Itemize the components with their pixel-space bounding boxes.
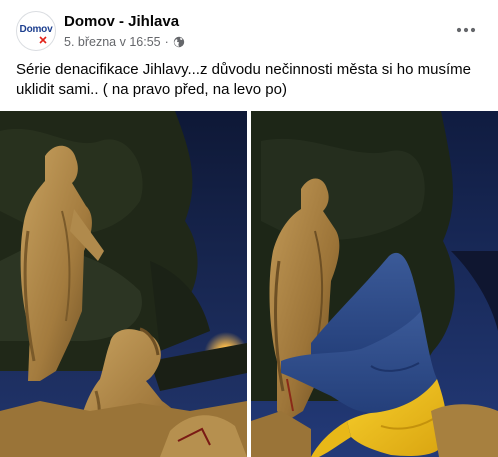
logo-mark-icon: [39, 36, 47, 44]
post-text-line-2: uklidit sami.. ( na pravo před, na levo …: [16, 81, 287, 98]
statue-photo-left-image: [0, 111, 247, 457]
post-meta: 5. března v 16:55 ·: [64, 35, 185, 49]
photo-statue-after[interactable]: [251, 111, 498, 457]
post-text: Série denacifikace Jihlavy...z důvodu ne…: [16, 60, 486, 100]
more-options-button[interactable]: [448, 14, 484, 46]
globe-icon: [173, 36, 184, 48]
post-timestamp[interactable]: 5. března v 16:55: [64, 35, 161, 49]
avatar-logo-text: Domov: [19, 24, 53, 35]
page-name-link[interactable]: Domov - Jihlava: [64, 13, 179, 30]
meta-separator: ·: [164, 35, 169, 49]
more-icon: [456, 27, 476, 33]
statue-photo-right-image: [251, 111, 498, 457]
post-header: Domov Domov - Jihlava 5. března v 16:55 …: [0, 0, 498, 58]
page-avatar[interactable]: Domov: [16, 11, 56, 51]
post-text-line-1: Série denacifikace Jihlavy...z důvodu ne…: [16, 61, 471, 78]
facebook-post: Domov Domov - Jihlava 5. března v 16:55 …: [0, 0, 498, 457]
photo-statue-before[interactable]: [0, 111, 247, 457]
